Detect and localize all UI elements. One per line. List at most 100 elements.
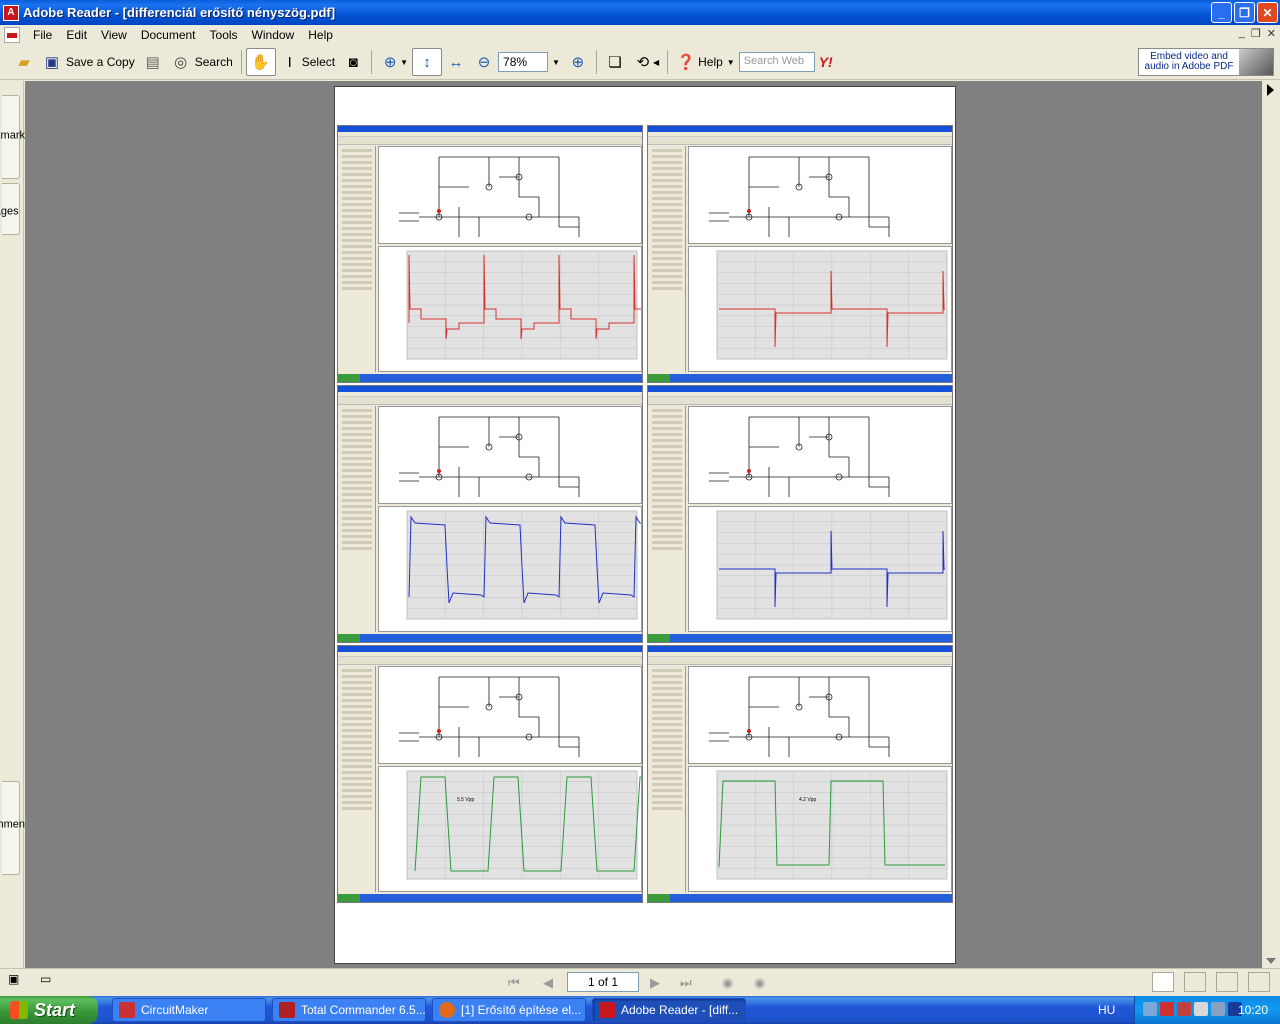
schematic-view [378, 146, 642, 244]
save-copy-button[interactable]: ▣ Save a Copy [38, 48, 139, 76]
zoom-field[interactable]: 78% [498, 52, 549, 72]
help-button[interactable]: ❓ Help ▼ [672, 48, 739, 76]
probe-marker [747, 209, 751, 213]
schematic-view [688, 666, 952, 764]
close-button[interactable]: ✕ [1257, 2, 1278, 23]
zoom-in-button[interactable]: ⊕ [564, 48, 592, 76]
chevron-down-icon: ▼ [552, 57, 560, 67]
tab-bookmarks[interactable]: Bookmarks [0, 95, 31, 179]
circuit-schematic [709, 156, 890, 237]
embedded-side-panel [649, 146, 686, 372]
rotate-icon: ⟲ [636, 54, 650, 71]
toolbar: ▰ ▣ Save a Copy ▤ ◎ Search ✋ I Select ◙ … [0, 45, 1280, 80]
facing-view-icon[interactable] [1216, 972, 1238, 992]
help-icon: ❓ [676, 54, 696, 71]
tab-attachments[interactable]: Attachments [0, 781, 34, 875]
chevron-down-icon: ▼ [400, 57, 409, 67]
start-button[interactable]: Start [0, 996, 98, 1024]
volume-icon[interactable] [1194, 1002, 1208, 1016]
printer-icon: ▤ [145, 54, 160, 71]
circuit-schematic [709, 676, 890, 757]
task-label: CircuitMaker [141, 1003, 209, 1017]
zoom-in-icon: ⊕ [571, 54, 585, 71]
next-view-icon[interactable]: ◉ [754, 975, 765, 991]
doc-close-icon[interactable]: ✕ [1267, 27, 1276, 40]
firefox-icon [439, 1002, 455, 1018]
previous-page-icon[interactable]: ◀ [543, 975, 553, 991]
menu-help[interactable]: Help [301, 28, 340, 42]
waveform-view: 5.5 Vpp [378, 766, 642, 892]
single-page-view-icon[interactable] [1152, 972, 1174, 992]
restore-button[interactable]: ❐ [1234, 2, 1255, 23]
probe-marker [747, 729, 751, 733]
continuous-view-icon[interactable] [1184, 972, 1206, 992]
continuous-facing-view-icon[interactable] [1248, 972, 1270, 992]
folder-open-icon: ▰ [18, 54, 30, 71]
first-page-icon[interactable]: ⏮ [508, 975, 520, 991]
embed-video-banner[interactable]: Embed video and audio in Adobe PDF [1138, 48, 1274, 76]
toolbar-separator [667, 50, 669, 74]
search-button[interactable]: ◎ Search [167, 48, 237, 76]
document-icon[interactable] [4, 27, 20, 43]
yahoo-button[interactable]: Y! [815, 48, 837, 76]
next-page-icon[interactable]: ▶ [650, 975, 660, 991]
taskbar-item-total-commander[interactable]: Total Commander 6.5... [272, 998, 426, 1022]
doc-minimize-icon[interactable]: _ [1239, 27, 1245, 40]
monitor-icon[interactable] [1211, 1002, 1225, 1016]
zoom-tool-button[interactable]: ⊕ ▼ [376, 48, 412, 76]
circuit-schematic [399, 416, 580, 497]
print-button[interactable]: ▤ [139, 48, 167, 76]
page-layout-icon[interactable]: ▭ [40, 972, 62, 992]
document-area[interactable]: 5.5 Vpp 4.2 Vpp [25, 81, 1262, 968]
expand-arrow-icon[interactable] [1267, 84, 1274, 96]
taskbar-item-adobe-reader[interactable]: Adobe Reader - [diff... [592, 998, 746, 1022]
actual-size-button[interactable]: ↕ [412, 48, 443, 76]
rotate-button[interactable]: ⟲ ◀ [629, 48, 663, 76]
hand-tool-button[interactable]: ✋ [245, 48, 276, 76]
zoom-out-button[interactable]: ⊖ [470, 48, 498, 76]
circuit-screenshot: 4.2 Vpp [647, 645, 953, 903]
fit-width-button[interactable]: ↔ [442, 48, 470, 76]
panel-toggle-icon[interactable]: ▣ [8, 972, 30, 992]
waveform-view [688, 246, 952, 372]
doc-restore-icon[interactable]: ❐ [1251, 27, 1261, 40]
last-page-icon[interactable]: ⏭ [680, 975, 692, 991]
language-indicator[interactable]: HU [1098, 1003, 1115, 1017]
minimize-button[interactable]: _ [1211, 2, 1232, 23]
search-web-input[interactable]: Search Web [738, 52, 815, 72]
tab-pages[interactable]: Pages [0, 183, 20, 235]
windows-taskbar: Start CircuitMaker Total Commander 6.5..… [0, 996, 1280, 1024]
taskbar-item-circuitmaker[interactable]: CircuitMaker [112, 998, 266, 1022]
adobe-logo-icon [1239, 49, 1273, 75]
snapshot-button[interactable]: ◙ [339, 48, 367, 76]
single-page-button[interactable]: ❏ [601, 48, 629, 76]
help-label: Help [698, 55, 723, 69]
scroll-down-icon[interactable] [1266, 958, 1276, 964]
page-number-field[interactable]: 1 of 1 [567, 972, 639, 992]
save-copy-label: Save a Copy [66, 55, 135, 69]
menu-window[interactable]: Window [245, 28, 302, 42]
embedded-taskbar [338, 894, 642, 902]
menu-document[interactable]: Document [134, 28, 203, 42]
embedded-toolbar [648, 137, 952, 145]
taskbar-item-firefox[interactable]: [1] Erősítő építése el... [432, 998, 586, 1022]
embedded-side-panel [339, 406, 376, 632]
previous-view-icon[interactable]: ◉ [722, 975, 733, 991]
menu-file[interactable]: File [26, 28, 59, 42]
menu-edit[interactable]: Edit [59, 28, 94, 42]
embedded-toolbar [648, 397, 952, 405]
network-icon[interactable] [1143, 1002, 1157, 1016]
shield-icon[interactable] [1160, 1002, 1174, 1016]
toolbar-separator [371, 50, 373, 74]
toolbar-separator [595, 50, 597, 74]
toolbar-separator [240, 50, 242, 74]
open-button[interactable]: ▰ [10, 48, 38, 76]
task-label: Total Commander 6.5... [301, 1003, 426, 1017]
task-label: Adobe Reader - [diff... [621, 1003, 739, 1017]
menu-view[interactable]: View [94, 28, 134, 42]
select-tool-button[interactable]: I Select [276, 48, 339, 76]
waveform-view: 4.2 Vpp [688, 766, 952, 892]
zoom-dropdown[interactable]: ▼ [548, 48, 564, 76]
antivirus-icon[interactable] [1177, 1002, 1191, 1016]
menu-tools[interactable]: Tools [203, 28, 245, 42]
